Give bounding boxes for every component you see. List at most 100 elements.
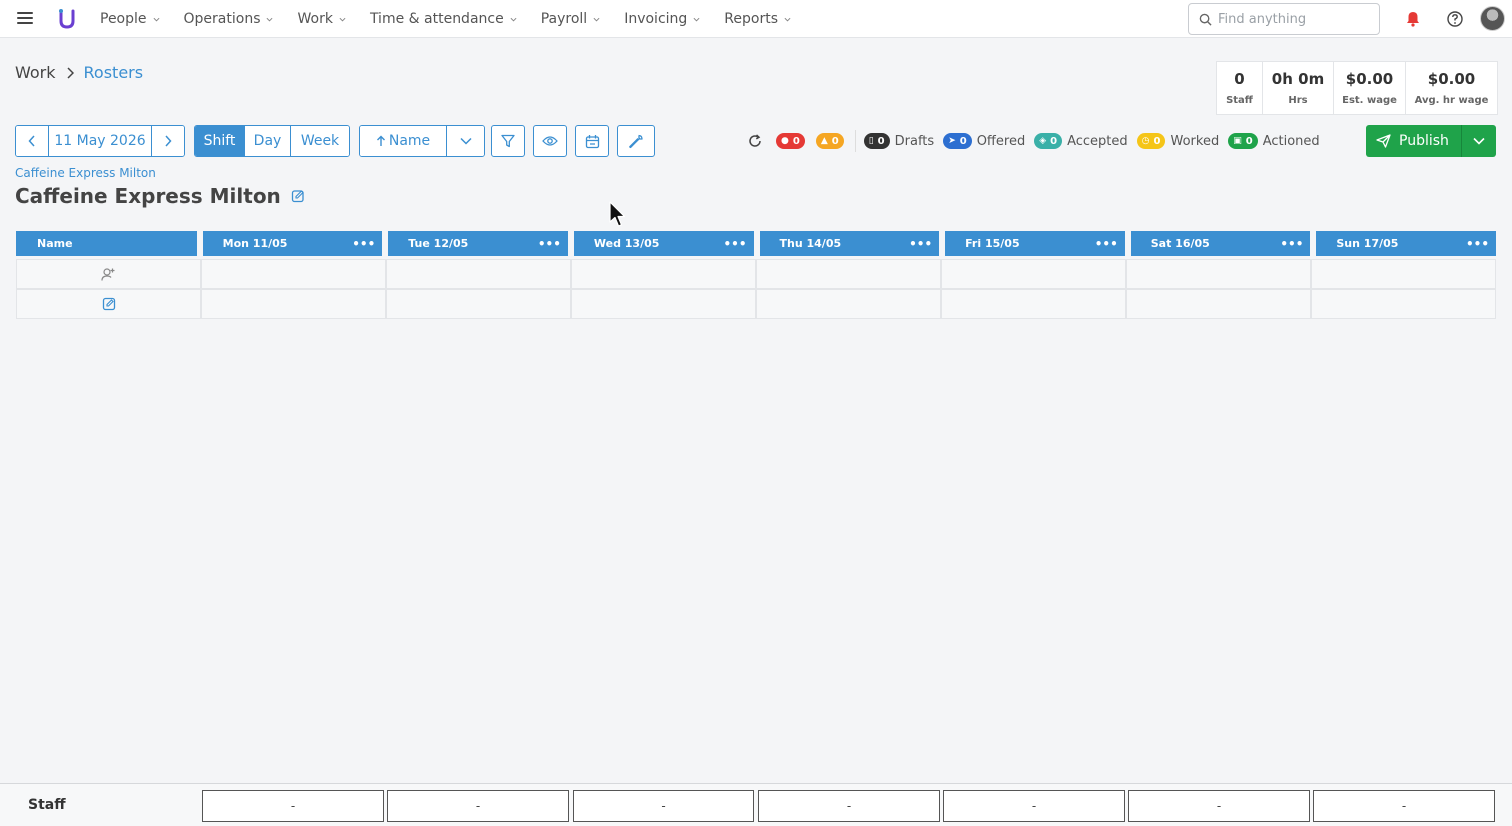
help-icon[interactable]: [1446, 10, 1464, 28]
warnings-badge[interactable]: ▲ 0: [815, 133, 844, 149]
breadcrumb-work[interactable]: Work: [15, 63, 56, 82]
errors-badge[interactable]: ● 0: [776, 133, 805, 149]
shift-cell[interactable]: [1126, 259, 1311, 289]
tools-button[interactable]: [617, 125, 655, 157]
nav-work-label: Work: [297, 11, 333, 27]
accepted-badge[interactable]: ◈ 0: [1034, 133, 1063, 149]
nav-invoicing-label: Invoicing: [624, 11, 688, 27]
add-shift-cell[interactable]: [16, 289, 201, 319]
publish-dropdown-button[interactable]: [1462, 125, 1496, 157]
shift-cell[interactable]: [386, 289, 571, 319]
add-staff-cell[interactable]: [16, 259, 201, 289]
offered-badge[interactable]: ➤ 0: [943, 133, 972, 149]
publish-control: Publish: [1366, 125, 1496, 157]
shift-cell[interactable]: [1311, 259, 1496, 289]
chevron-right-icon: [66, 66, 74, 79]
view-shift-button[interactable]: Shift: [195, 126, 245, 156]
chevron-left-icon: [28, 135, 35, 147]
shift-cell[interactable]: [201, 289, 386, 319]
arrow-up-icon: [376, 135, 385, 146]
money-icon: ▣: [1233, 136, 1242, 146]
actioned-badge[interactable]: ▣ 0: [1228, 133, 1258, 149]
day-header-thu: Thu 14/05 •••: [759, 231, 940, 256]
shift-cell[interactable]: [756, 259, 941, 289]
shift-cell[interactable]: [941, 289, 1126, 319]
shift-cell[interactable]: [756, 289, 941, 319]
divider: [854, 130, 856, 152]
shift-cell[interactable]: [1126, 289, 1311, 319]
offered-label: Offered: [976, 133, 1026, 149]
wrench-icon: [628, 134, 643, 148]
visibility-button[interactable]: [533, 125, 567, 157]
roster-summary-stats: 0 Staff 0h 0m Hrs $0.00 Est. wage $0.00 Avg.…: [1216, 61, 1498, 115]
shift-status-strip: ● 0 ▲ 0 ▯ 0 Drafts ➤ 0 Offered ◈ 0 Accepted ◷…: [748, 129, 1329, 153]
nav-work[interactable]: Work: [297, 11, 346, 27]
nav-payroll[interactable]: Payroll: [541, 11, 600, 27]
nav-operations[interactable]: Operations: [184, 11, 274, 27]
nav-people[interactable]: People: [100, 11, 160, 27]
roster-grid: Name Mon 11/05 ••• Tue 12/05 ••• Wed 13/05…: [16, 231, 1496, 319]
stat-avg-hr-wage: $0.00 Avg. hr wage: [1406, 62, 1497, 114]
worked-badge[interactable]: ◷ 0: [1136, 133, 1166, 149]
date-picker-button[interactable]: 11 May 2026: [49, 126, 152, 156]
nav-invoicing[interactable]: Invoicing: [624, 11, 700, 27]
error-icon: ●: [781, 136, 789, 146]
global-search[interactable]: [1188, 3, 1380, 35]
filter-button[interactable]: [491, 125, 525, 157]
drafts-badge[interactable]: ▯ 0: [863, 133, 890, 149]
chevron-down-icon: [784, 17, 791, 22]
actioned-label: Actioned: [1262, 133, 1320, 149]
staff-summary-footer: Staff - - - - - - -: [0, 783, 1512, 826]
more-options-icon[interactable]: •••: [1466, 237, 1489, 251]
chevron-down-icon: [459, 137, 472, 145]
app-logo-icon[interactable]: [58, 8, 76, 30]
view-day-button[interactable]: Day: [245, 126, 291, 156]
add-shift-icon[interactable]: [102, 297, 116, 311]
calendar-options-button[interactable]: [575, 125, 609, 157]
name-column-header[interactable]: Name: [16, 231, 197, 256]
more-options-icon[interactable]: •••: [352, 237, 375, 251]
location-title: Caffeine Express Milton: [15, 184, 305, 208]
breadcrumb-rosters[interactable]: Rosters: [84, 63, 144, 82]
more-options-icon[interactable]: •••: [538, 237, 561, 251]
user-avatar[interactable]: [1480, 6, 1505, 31]
day-header-label: Sun 17/05: [1336, 237, 1399, 250]
day-header-label: Tue 12/05: [408, 237, 469, 250]
more-options-icon[interactable]: •••: [1095, 237, 1118, 251]
location-title-text: Caffeine Express Milton: [15, 184, 281, 208]
shift-cell[interactable]: [386, 259, 571, 289]
sort-label: Name: [388, 133, 431, 149]
sort-dropdown-button[interactable]: [447, 126, 484, 156]
day-header-sat: Sat 16/05 •••: [1130, 231, 1311, 256]
nav-time-attendance[interactable]: Time & attendance: [370, 11, 517, 27]
stat-staff-label: Staff: [1226, 95, 1253, 106]
shift-cell[interactable]: [201, 259, 386, 289]
nav-people-label: People: [100, 11, 147, 27]
sort-by-name-button[interactable]: Name: [360, 126, 447, 156]
shift-cell[interactable]: [1311, 289, 1496, 319]
shift-cell[interactable]: [941, 259, 1126, 289]
search-input[interactable]: [1218, 11, 1368, 27]
edit-location-icon[interactable]: [291, 189, 305, 203]
previous-week-button[interactable]: [16, 126, 49, 156]
nav-reports-label: Reports: [724, 11, 778, 27]
nav-payroll-label: Payroll: [540, 11, 588, 27]
refresh-icon[interactable]: [748, 134, 762, 148]
more-options-icon[interactable]: •••: [1280, 237, 1303, 251]
shift-cell[interactable]: [571, 289, 756, 319]
hamburger-menu-icon[interactable]: [17, 12, 33, 26]
view-week-button[interactable]: Week: [291, 126, 349, 156]
location-link[interactable]: Caffeine Express Milton: [15, 166, 156, 180]
publish-button[interactable]: Publish: [1366, 125, 1462, 157]
next-week-button[interactable]: [152, 126, 184, 156]
more-options-icon[interactable]: •••: [909, 237, 932, 251]
day-header-label: Thu 14/05: [779, 237, 842, 250]
stat-staff: 0 Staff: [1217, 62, 1263, 114]
grid-header-row: Name Mon 11/05 ••• Tue 12/05 ••• Wed 13/05…: [16, 231, 1496, 256]
add-user-icon[interactable]: [101, 267, 116, 282]
notification-bell-icon[interactable]: [1404, 10, 1422, 28]
filter-icon: [501, 134, 515, 148]
shift-cell[interactable]: [571, 259, 756, 289]
nav-reports[interactable]: Reports: [724, 11, 791, 27]
more-options-icon[interactable]: •••: [723, 237, 746, 251]
